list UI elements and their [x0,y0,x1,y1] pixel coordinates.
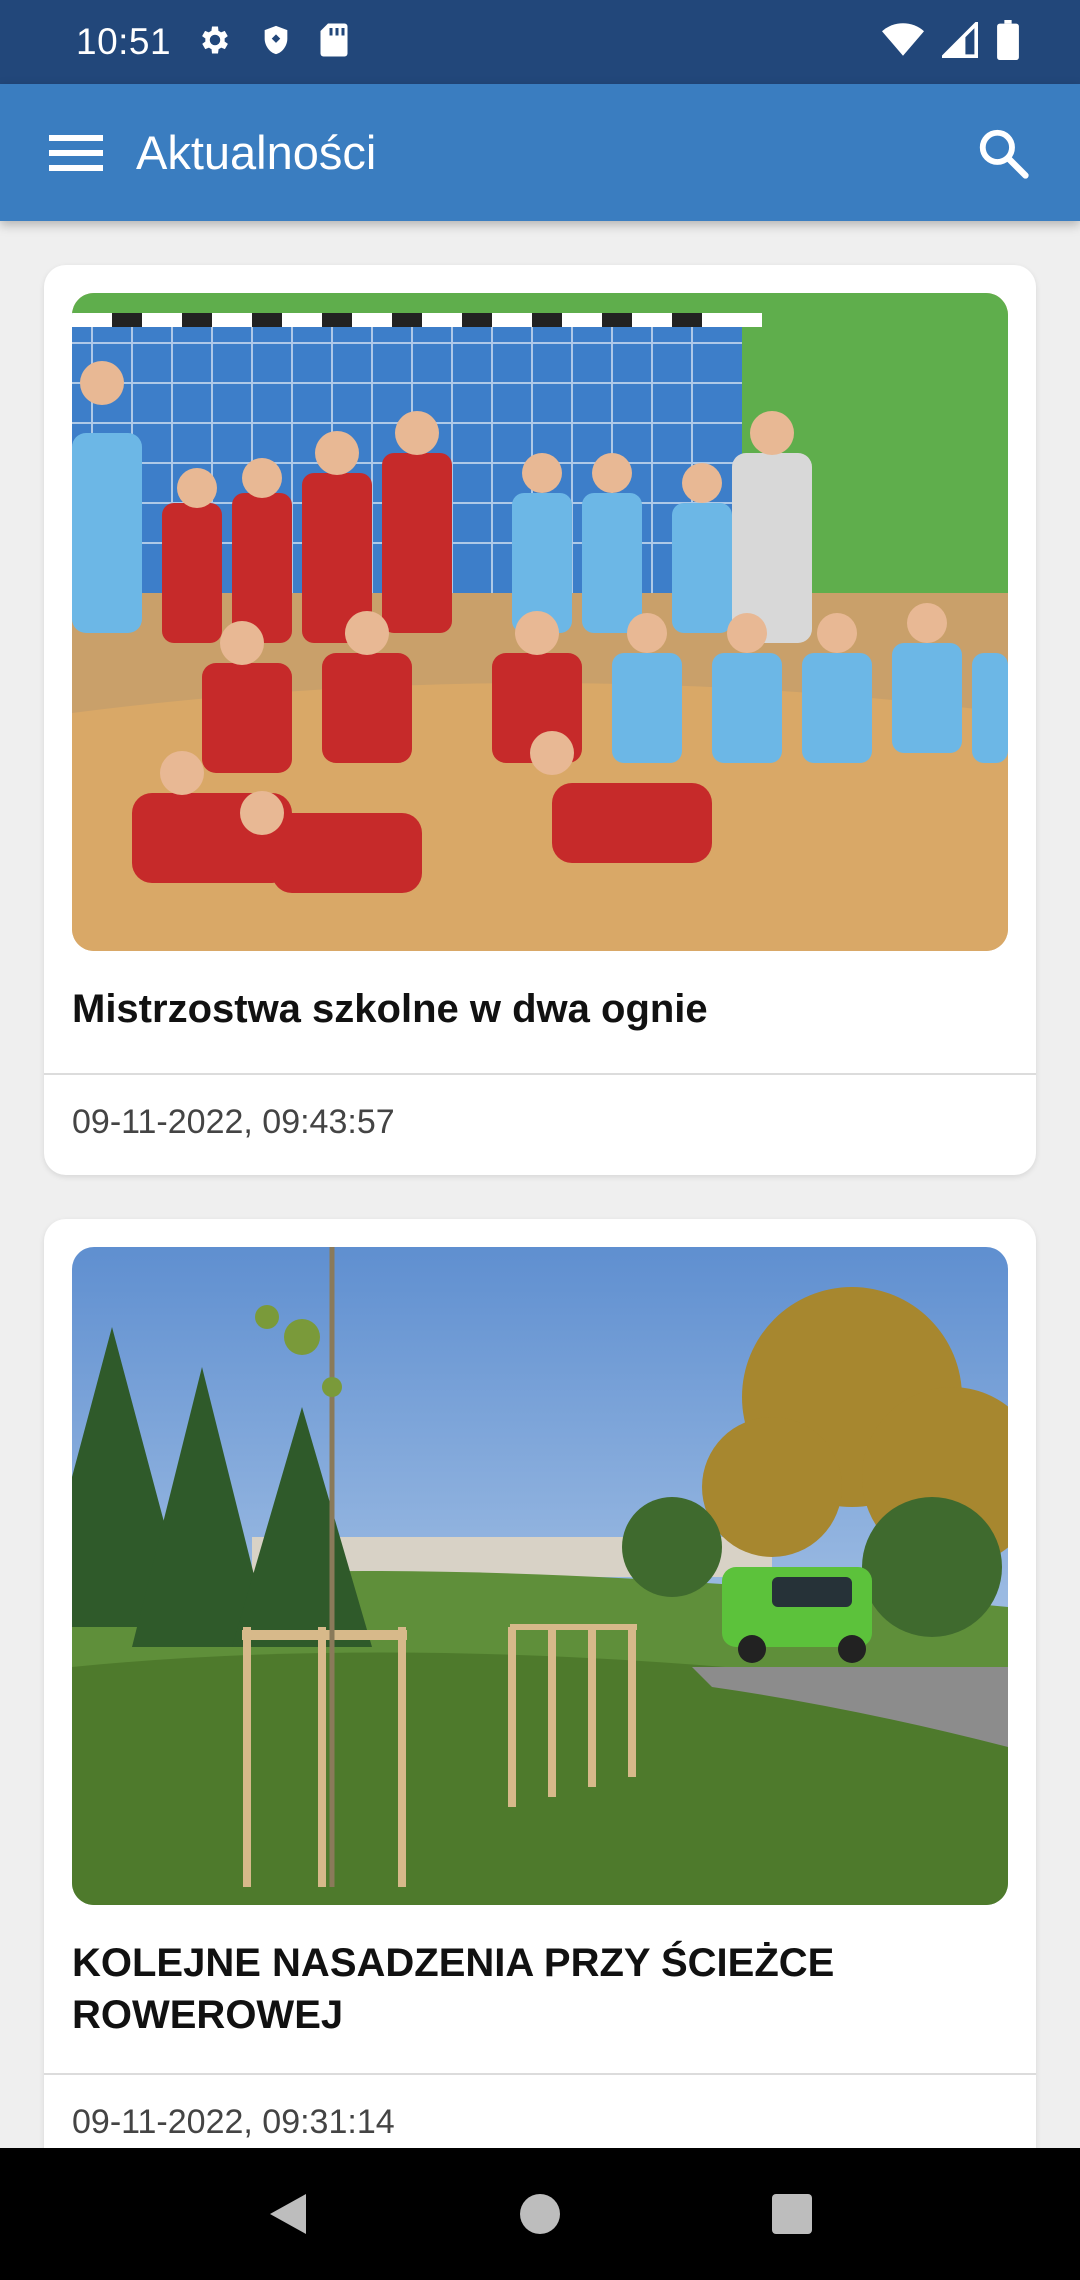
gear-icon [197,22,233,63]
hamburger-menu-icon[interactable] [38,115,114,191]
system-nav-bar [0,2148,1080,2280]
sd-card-icon [319,22,349,63]
news-image-tree-planting[interactable] [72,1247,1008,1905]
shield-icon [259,22,293,63]
news-date: 09-11-2022, 09:43:57 [72,1103,395,1141]
wifi-icon [882,22,924,63]
status-bar: 10:51 [0,0,1080,84]
news-date: 09-11-2022, 09:31:14 [72,2103,395,2141]
status-time: 10:51 [76,21,172,62]
divider [44,1073,1036,1075]
battery-icon [996,19,1020,65]
news-list[interactable]: Mistrzostwa szkolne w dwa ognie 09-11-20… [0,221,1080,2148]
news-image-team-photo[interactable] [72,293,1008,951]
recents-icon[interactable] [762,2184,822,2244]
divider [44,2073,1036,2075]
page-title: Aktualności [136,126,377,179]
signal-icon [939,18,978,63]
news-title[interactable]: KOLEJNE NASADZENIA PRZY ŚCIEŻCE ROWEROWE… [72,1937,1008,2041]
home-icon[interactable] [510,2184,570,2244]
news-card[interactable]: KOLEJNE NASADZENIA PRZY ŚCIEŻCE ROWEROWE… [44,1219,1036,2148]
news-card[interactable]: Mistrzostwa szkolne w dwa ognie 09-11-20… [44,265,1036,1175]
back-icon[interactable] [258,2184,318,2244]
news-title[interactable]: Mistrzostwa szkolne w dwa ognie [72,983,1008,1035]
app-bar: Aktualności [0,84,1080,221]
search-icon[interactable] [958,108,1048,198]
